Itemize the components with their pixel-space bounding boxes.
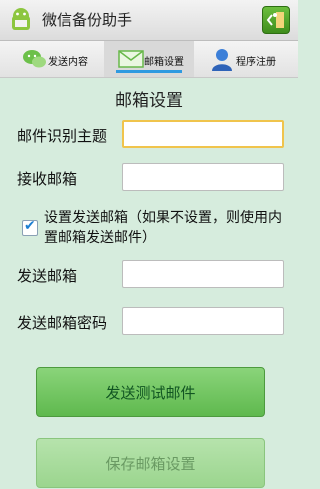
android-app-icon	[12, 8, 30, 30]
receive-email-label: 接收邮箱	[17, 170, 78, 188]
tab-bar: 发送内容 邮箱设置 程序注册	[0, 41, 298, 78]
send-test-email-button[interactable]: 发送测试邮件	[36, 367, 265, 417]
user-icon	[212, 49, 232, 71]
title-bar: 微信备份助手	[0, 0, 298, 41]
tab-email-settings[interactable]: 邮箱设置	[104, 41, 194, 77]
send-email-checkbox[interactable]: ✔	[22, 218, 38, 236]
subject-label: 邮件识别主题	[17, 127, 108, 145]
send-password-input[interactable]	[122, 307, 284, 335]
app-title: 微信备份助手	[42, 11, 133, 29]
tab-program-register-label: 程序注册	[236, 57, 276, 68]
checkmark-icon: ✔	[24, 218, 36, 234]
receive-email-input[interactable]	[122, 163, 284, 191]
envelope-icon	[118, 50, 144, 68]
tab-send-content-label: 发送内容	[48, 57, 88, 68]
tab-email-settings-label: 邮箱设置	[144, 57, 184, 68]
wechat-icon	[23, 50, 46, 68]
send-password-label: 发送邮箱密码	[17, 314, 108, 332]
send-email-input[interactable]	[122, 260, 284, 288]
subject-input[interactable]	[122, 120, 284, 148]
exit-button[interactable]	[262, 6, 290, 34]
send-email-label: 发送邮箱	[17, 267, 78, 285]
send-email-checkbox-label[interactable]: 设置发送邮箱（如果不设置，则使用内置邮箱发送邮件）	[44, 208, 294, 248]
tab-send-content[interactable]: 发送内容	[0, 41, 100, 77]
tab-program-register[interactable]: 程序注册	[200, 41, 298, 77]
exit-icon	[266, 12, 284, 28]
save-email-settings-button[interactable]: 保存邮箱设置	[36, 438, 265, 488]
section-title: 邮箱设置	[115, 91, 183, 111]
